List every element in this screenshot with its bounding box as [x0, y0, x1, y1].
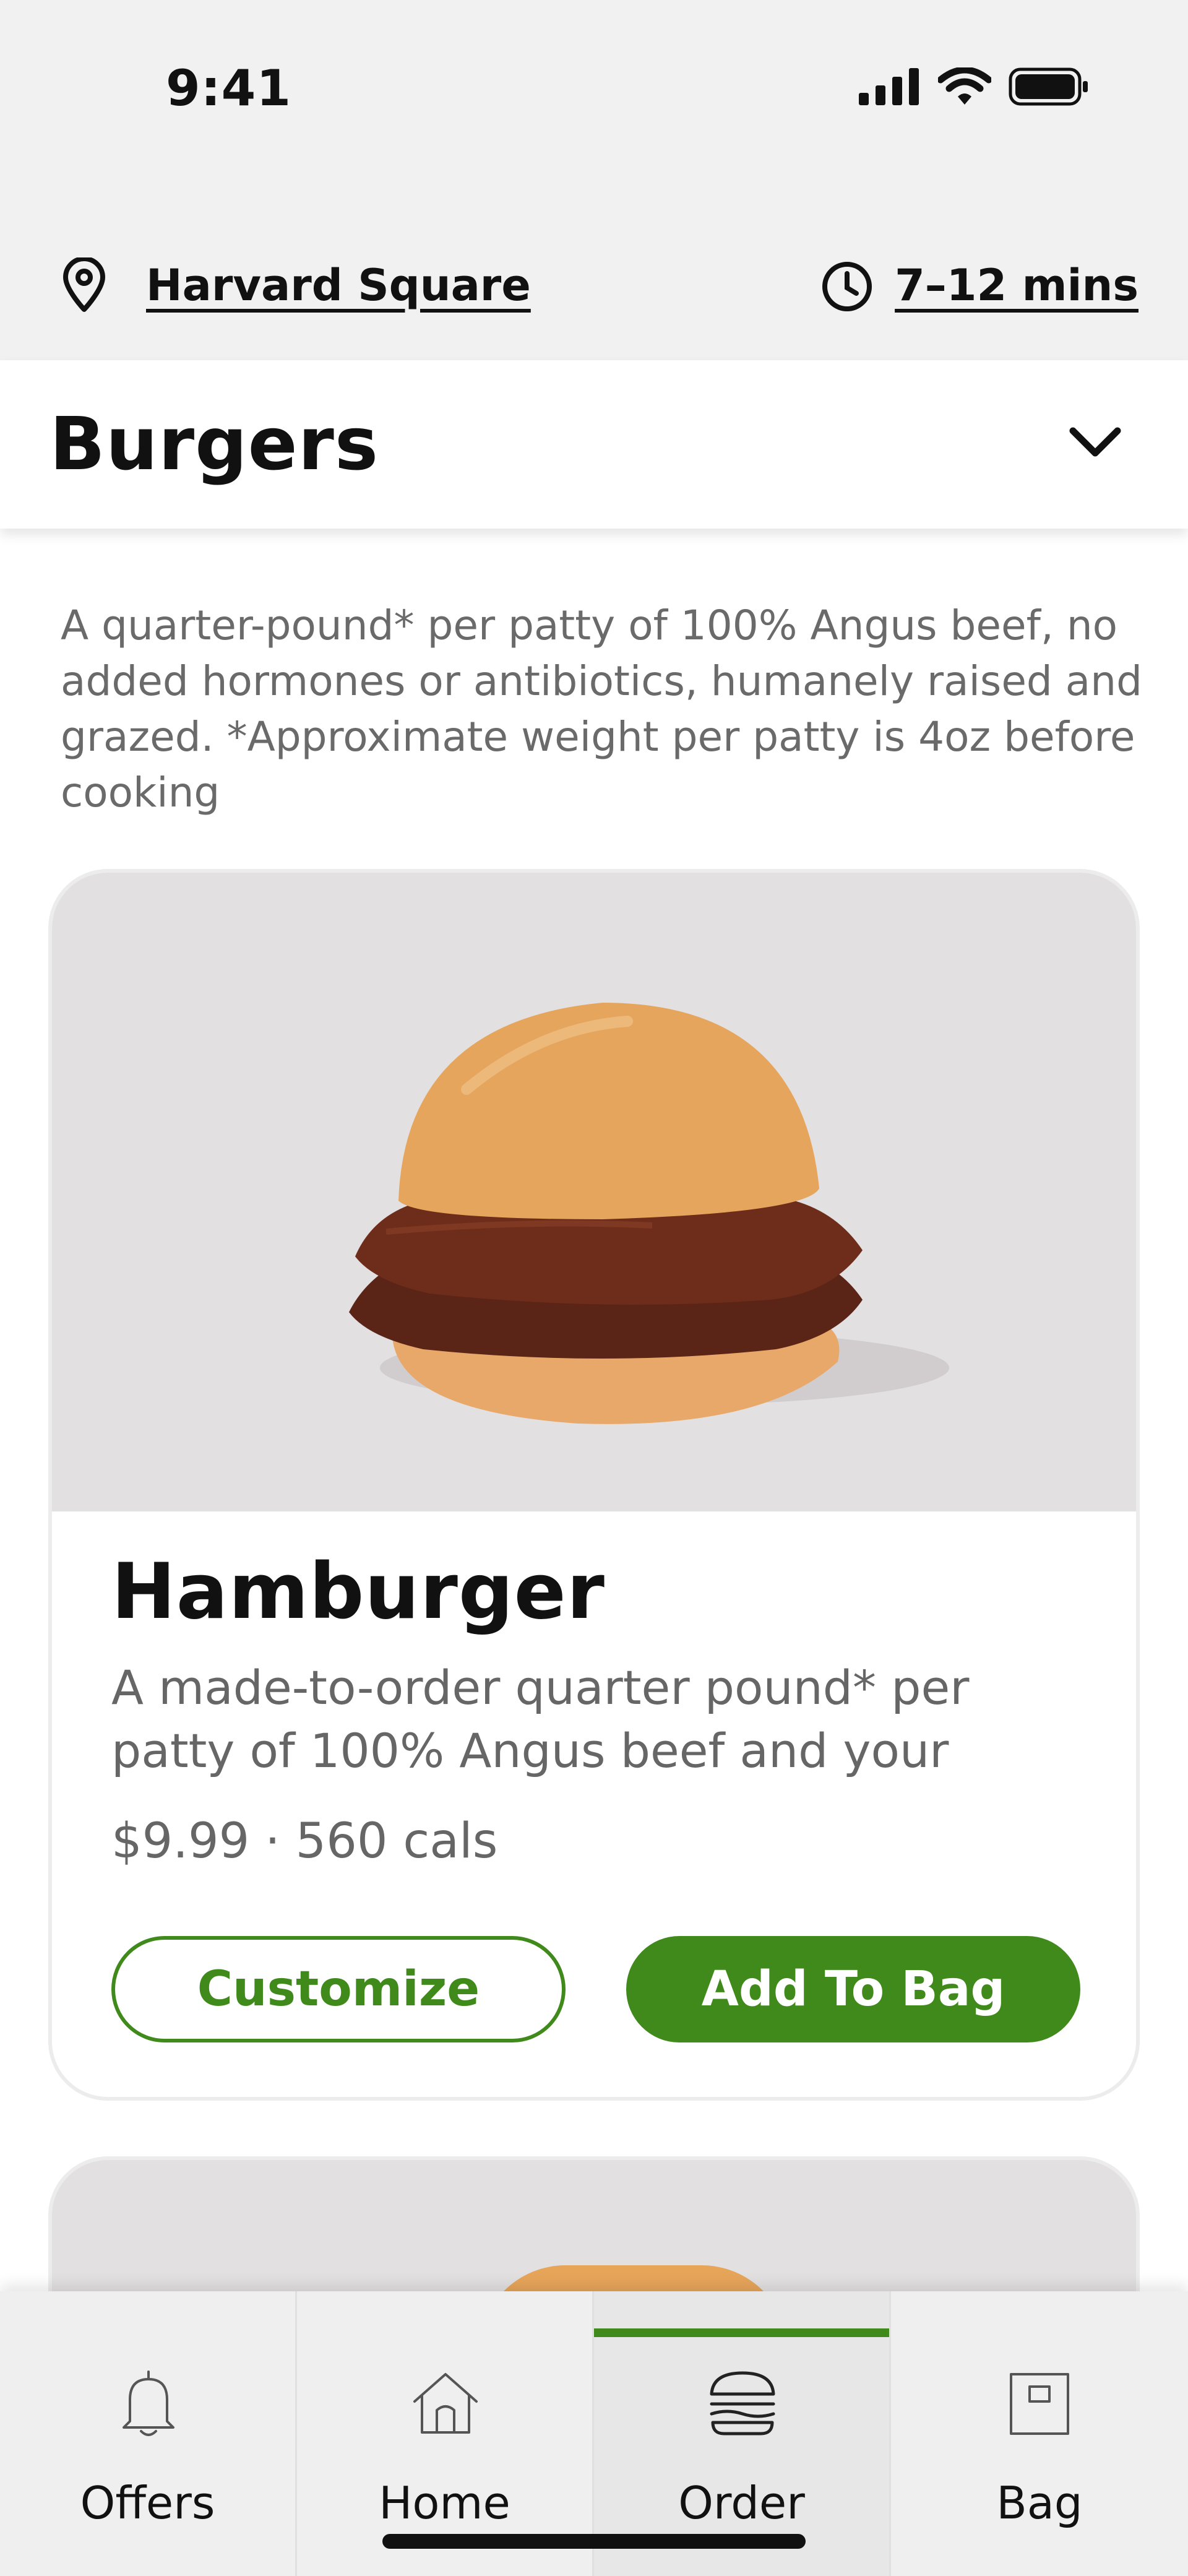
product-name: Hamburger — [111, 1547, 605, 1636]
tab-bag[interactable]: Bag — [891, 2291, 1188, 2576]
bell-icon — [123, 2371, 174, 2436]
add-to-bag-button[interactable]: Add To Bag — [626, 1936, 1080, 2042]
tab-home[interactable]: Home — [297, 2291, 594, 2576]
tab-label: Bag — [996, 2477, 1083, 2529]
product-card[interactable]: Hamburger A made-to-order quarter pound*… — [48, 869, 1140, 2101]
wifi-icon — [938, 67, 991, 105]
clock-icon — [822, 262, 872, 311]
chevron-down-icon[interactable] — [1064, 420, 1126, 463]
battery-icon — [1009, 67, 1088, 106]
location-row: Harvard Square 7–12 mins — [0, 248, 1188, 322]
tab-offers[interactable]: Offers — [0, 2291, 297, 2576]
customize-button[interactable]: Customize — [111, 1936, 566, 2042]
tab-label: Offers — [80, 2477, 215, 2529]
bag-icon — [1010, 2373, 1069, 2435]
category-description: A quarter-pound* per patty of 100% Angus… — [61, 602, 1142, 816]
category-title: Burgers — [50, 401, 379, 486]
home-indicator — [382, 2534, 806, 2549]
home-icon — [413, 2373, 478, 2434]
tab-label: Order — [678, 2477, 805, 2529]
product-image — [52, 873, 1136, 1511]
tab-label: Home — [379, 2477, 510, 2529]
cellular-signal-icon — [859, 68, 919, 105]
bottom-tab-bar: Offers Home Order Bag — [0, 2291, 1188, 2576]
category-selector[interactable]: Burgers — [0, 360, 1188, 529]
status-time: 9:41 — [166, 59, 291, 117]
burger-icon — [710, 2371, 775, 2436]
tab-order[interactable]: Order — [594, 2291, 891, 2576]
product-description: A made-to-order quarter pound* per patty… — [111, 1660, 970, 1778]
top-header: 9:41 Harvard Square 7–12 mins — [0, 0, 1188, 360]
hamburger-image — [349, 1003, 949, 1424]
wait-time-link[interactable]: 7–12 mins — [895, 260, 1138, 311]
location-pin-icon — [63, 257, 105, 312]
status-icons — [859, 62, 1089, 111]
product-price-calories: $9.99 · 560 cals — [111, 1813, 498, 1869]
store-location-link[interactable]: Harvard Square — [146, 260, 531, 311]
